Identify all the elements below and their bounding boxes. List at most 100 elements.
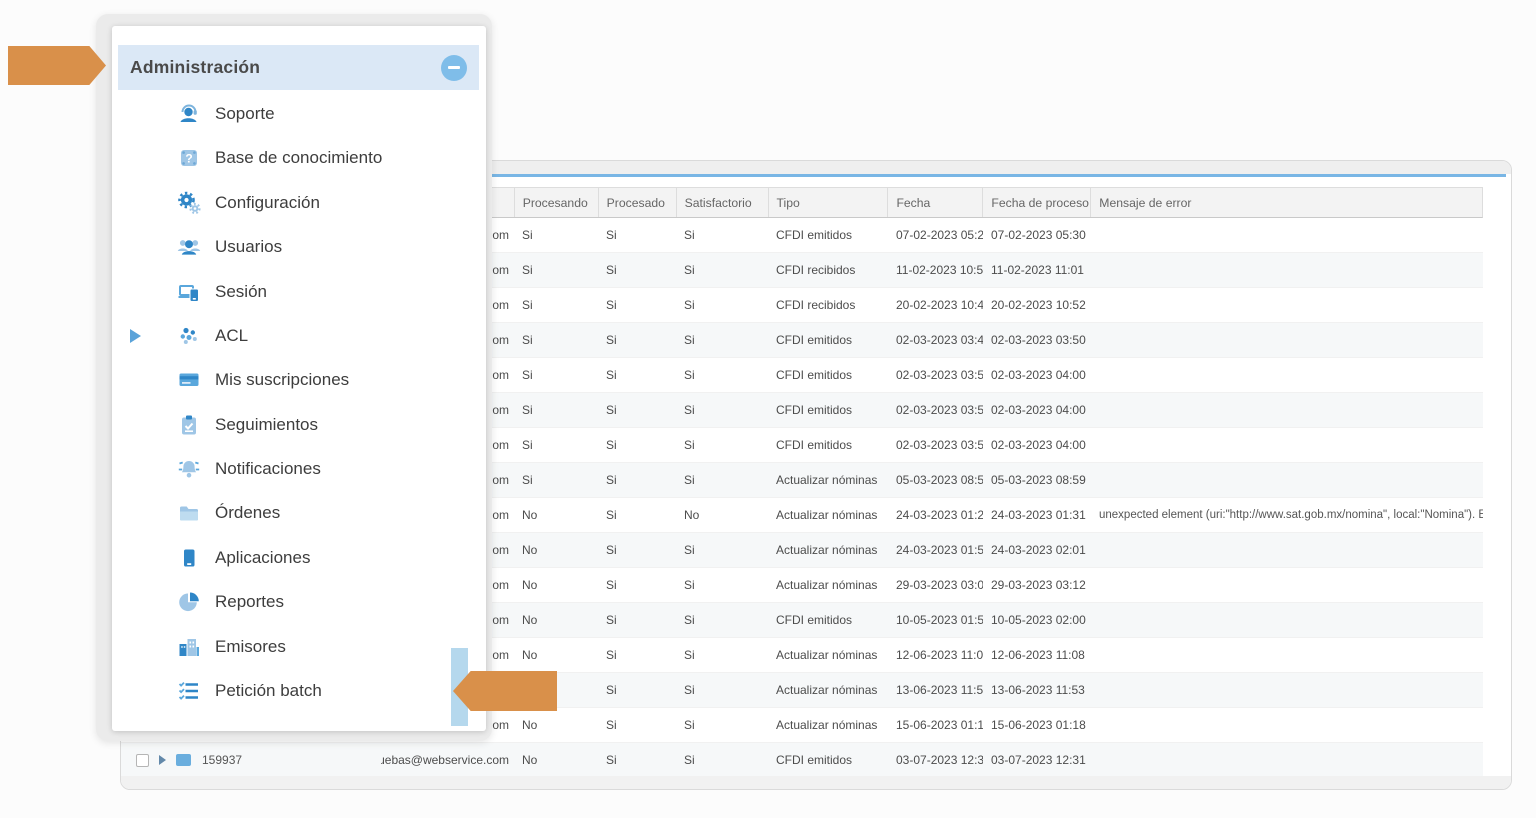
procesado-cell: Si [598, 463, 676, 497]
menu-item-aplicaciones[interactable]: Aplicaciones [112, 536, 486, 580]
tipo-cell: CFDI emitidos [768, 323, 888, 357]
error-cell [1091, 638, 1483, 672]
error-cell [1091, 358, 1483, 392]
menu-item-mis-suscripciones[interactable]: Mis suscripciones [112, 358, 486, 402]
menu-item-usuarios[interactable]: Usuarios [112, 225, 486, 269]
base-conocimiento-icon: ? [176, 146, 202, 170]
procesado-cell: Si [598, 323, 676, 357]
error-cell [1091, 288, 1483, 322]
satisfactorio-cell: Si [676, 218, 768, 252]
procesando-cell: Si [514, 323, 598, 357]
tipo-cell: CFDI emitidos [768, 603, 888, 637]
menu-item-soporte[interactable]: Soporte [112, 92, 486, 136]
fecha-proceso-cell: 24-03-2023 02:01 [983, 533, 1091, 567]
fecha-cell: 02-03-2023 03:52 [888, 393, 983, 427]
menu-item-base-de-conocimiento[interactable]: ?Base de conocimiento [112, 136, 486, 180]
procesado-cell: Si [598, 218, 676, 252]
admin-menu-popup: Administración Soporte?Base de conocimie… [96, 14, 492, 741]
error-cell: unexpected element (uri:"http://www.sat.… [1091, 498, 1483, 532]
menu-item-acl[interactable]: ACL [112, 314, 486, 358]
collapse-section-button[interactable] [441, 55, 467, 81]
menu-item-label: Sesión [215, 282, 267, 302]
procesado-cell: Si [598, 743, 676, 777]
procesado-cell: Si [598, 498, 676, 532]
panel-bottom-band [121, 776, 1511, 789]
tipo-cell: CFDI emitidos [768, 218, 888, 252]
column-header-satisfactorio: Satisfactorio [676, 188, 768, 217]
procesando-cell: No [514, 533, 598, 567]
table-row[interactable]: 159937pruebas@webservice.comNoSiSiCFDI e… [121, 743, 1483, 778]
satisfactorio-cell: Si [676, 603, 768, 637]
procesado-cell: Si [598, 358, 676, 392]
row-id: 159937 [202, 753, 242, 767]
row-expand-arrow-icon[interactable] [159, 755, 166, 765]
procesando-cell: Si [514, 393, 598, 427]
satisfactorio-cell: Si [676, 463, 768, 497]
peticion-batch-icon [176, 679, 202, 703]
procesado-cell: Si [598, 638, 676, 672]
column-header-procesado: Procesado [598, 188, 676, 217]
fecha-cell: 12-06-2023 11:07 [888, 638, 983, 672]
fecha-proceso-cell: 15-06-2023 01:18 [983, 708, 1091, 742]
fecha-cell: 24-03-2023 01:21 [888, 498, 983, 532]
tipo-cell: CFDI emitidos [768, 428, 888, 462]
procesando-cell: Si [514, 218, 598, 252]
procesado-cell: Si [598, 428, 676, 462]
expand-arrow-icon[interactable] [130, 329, 141, 343]
procesado-cell: Si [598, 708, 676, 742]
procesado-cell: Si [598, 288, 676, 322]
fecha-proceso-cell: 05-03-2023 08:59 [983, 463, 1091, 497]
menu-item-ordenes[interactable]: Órdenes [112, 491, 486, 535]
seguimientos-icon [176, 413, 202, 437]
menu-item-label: Órdenes [215, 503, 280, 523]
annotation-arrow-peticion-batch [453, 671, 557, 711]
menu-item-label: Aplicaciones [215, 548, 310, 568]
tipo-cell: Actualizar nóminas [768, 638, 888, 672]
error-cell [1091, 218, 1483, 252]
reportes-icon [176, 590, 202, 614]
error-cell [1091, 533, 1483, 567]
menu-item-peticion-batch[interactable]: Petición batch [112, 669, 486, 713]
satisfactorio-cell: Si [676, 638, 768, 672]
menu-item-label: Usuarios [215, 237, 282, 257]
annotation-arrow-administracion [8, 46, 106, 85]
procesando-cell: No [514, 498, 598, 532]
menu-item-reportes[interactable]: Reportes [112, 580, 486, 624]
menu-item-seguimientos[interactable]: Seguimientos [112, 403, 486, 447]
error-cell [1091, 428, 1483, 462]
tipo-cell: Actualizar nóminas [768, 533, 888, 567]
error-cell [1091, 603, 1483, 637]
column-header-procesando: Procesando [514, 188, 598, 217]
procesando-cell: No [514, 638, 598, 672]
tipo-cell: CFDI recibidos [768, 288, 888, 322]
menu-item-configuracion[interactable]: Configuración [112, 181, 486, 225]
tipo-cell: CFDI emitidos [768, 743, 888, 777]
menu-item-label: Emisores [215, 637, 286, 657]
satisfactorio-cell: Si [676, 568, 768, 602]
menu-item-label: Seguimientos [215, 415, 318, 435]
notificaciones-icon [176, 457, 202, 481]
satisfactorio-cell: Si [676, 288, 768, 322]
row-id-cell: 159937 [121, 743, 381, 777]
tipo-cell: Actualizar nóminas [768, 708, 888, 742]
menu-item-label: Notificaciones [215, 459, 321, 479]
satisfactorio-cell: Si [676, 253, 768, 287]
fecha-proceso-cell: 13-06-2023 11:53 [983, 673, 1091, 707]
satisfactorio-cell: Si [676, 393, 768, 427]
menu-item-label: ACL [215, 326, 248, 346]
satisfactorio-cell: Si [676, 358, 768, 392]
procesando-cell: No [514, 743, 598, 777]
fecha-proceso-cell: 07-02-2023 05:30 [983, 218, 1091, 252]
row-checkbox[interactable] [136, 754, 149, 767]
menu-item-emisores[interactable]: Emisores [112, 625, 486, 669]
fecha-proceso-cell: 11-02-2023 11:01 [983, 253, 1091, 287]
fecha-cell: 07-02-2023 05:22 [888, 218, 983, 252]
error-cell [1091, 708, 1483, 742]
menu-item-sesion[interactable]: Sesión [112, 270, 486, 314]
procesando-cell: Si [514, 463, 598, 497]
procesado-cell: Si [598, 603, 676, 637]
column-header-tipo: Tipo [768, 188, 888, 217]
menu-item-notificaciones[interactable]: Notificaciones [112, 447, 486, 491]
error-cell [1091, 393, 1483, 427]
emisores-icon [176, 635, 202, 659]
